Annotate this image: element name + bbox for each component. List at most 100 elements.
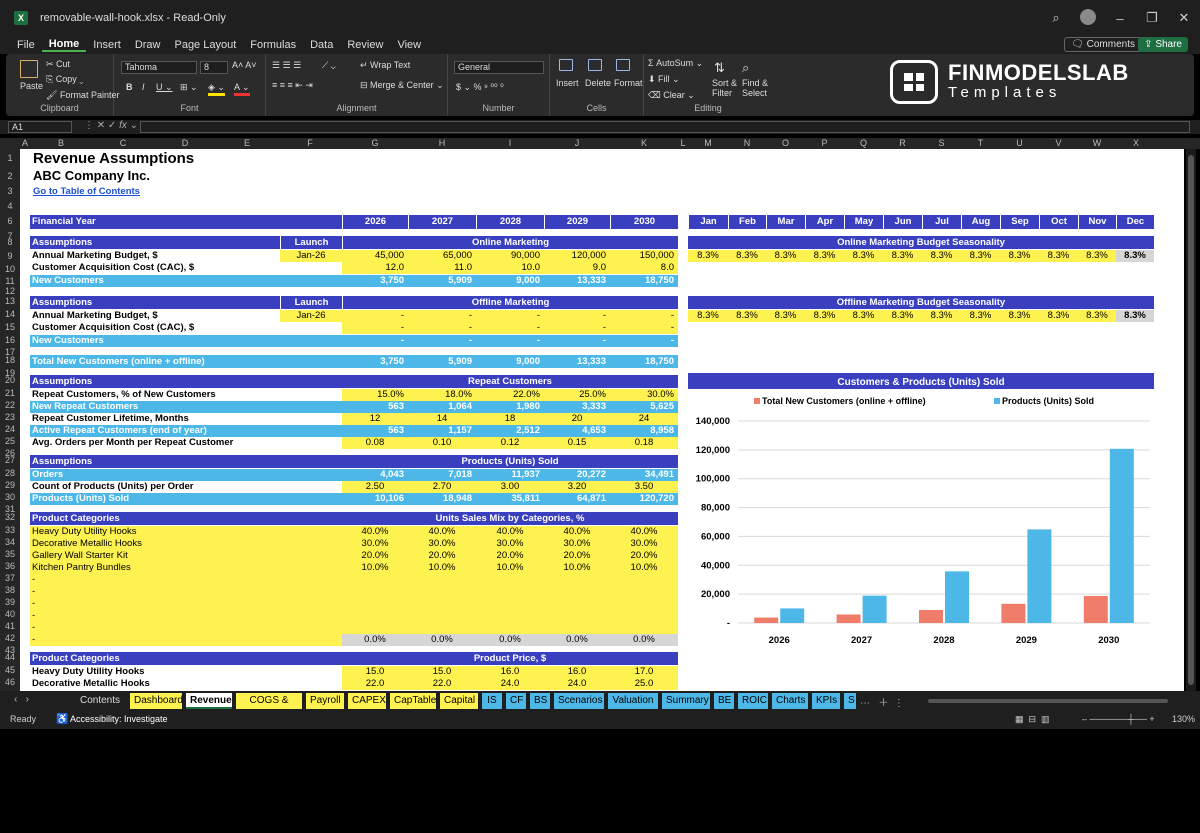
sheet-tab-valuation[interactable]: Valuation: [608, 693, 658, 709]
row-header-46[interactable]: 46: [0, 677, 20, 687]
format-icon[interactable]: [616, 59, 630, 71]
row-header-16[interactable]: 16: [0, 335, 20, 345]
sheet-tab-scenarios[interactable]: Scenarios: [554, 693, 604, 709]
merge-center-button[interactable]: ⊟ Merge & Center ⌄: [360, 80, 444, 91]
view-normal-icon[interactable]: ▦ ⊟ ▥: [1015, 714, 1050, 725]
autosum-button[interactable]: Σ AutoSum ⌄: [648, 58, 703, 69]
avatar[interactable]: [1072, 8, 1104, 28]
menu-formulas[interactable]: Formulas: [243, 39, 303, 51]
menu-home[interactable]: Home: [41, 38, 87, 52]
sheet-tab-capex[interactable]: CAPEX: [348, 693, 386, 709]
align-top-icon[interactable]: ☰ ☰ ☰: [272, 60, 301, 71]
row-header-6[interactable]: 6: [0, 216, 20, 226]
column-header-e[interactable]: E: [216, 138, 278, 149]
minimize-icon[interactable]: –: [1104, 11, 1136, 26]
column-header-k[interactable]: K: [610, 138, 678, 149]
cut-button[interactable]: ✂ Cut: [46, 59, 70, 70]
insert-icon[interactable]: [559, 59, 573, 71]
sheet-tab-dashboard[interactable]: Dashboard: [130, 693, 183, 709]
italic-icon[interactable]: I: [142, 82, 145, 92]
row-header-32[interactable]: 32: [0, 512, 20, 522]
row-header-14[interactable]: 14: [0, 309, 20, 319]
column-header-l[interactable]: L: [678, 138, 688, 149]
wrap-text-button[interactable]: ↵ Wrap Text: [360, 60, 410, 71]
row-header-30[interactable]: 30: [0, 492, 20, 502]
font-grow-icon[interactable]: A˄ A˅: [232, 60, 257, 70]
row-header-24[interactable]: 24: [0, 424, 20, 434]
format-painter-button[interactable]: 🖌 Format Painter: [46, 90, 119, 101]
column-header-t[interactable]: T: [961, 138, 1000, 149]
column-header-j[interactable]: J: [544, 138, 610, 149]
row-header-38[interactable]: 38: [0, 585, 20, 595]
paste-button[interactable]: Paste: [20, 81, 43, 91]
row-header-41[interactable]: 41: [0, 621, 20, 631]
sheet-tab-bs[interactable]: BS: [530, 693, 550, 709]
row-header-44[interactable]: 44: [0, 652, 20, 662]
sheet-tab-kpis[interactable]: KPIs: [812, 693, 840, 709]
tab-nav-arrows[interactable]: ‹ ›: [14, 694, 29, 705]
column-header-b[interactable]: B: [30, 138, 92, 149]
row-header-3[interactable]: 3: [0, 186, 20, 196]
sheet-tab-roic[interactable]: ROIC: [738, 693, 768, 709]
row-header-13[interactable]: 13: [0, 296, 20, 306]
row-header-2[interactable]: 2: [0, 171, 20, 181]
delete-button[interactable]: Delete: [585, 78, 611, 88]
tab-more-icon[interactable]: ⋯ ＋ ⋮: [860, 694, 904, 709]
menu-view[interactable]: View: [390, 39, 428, 51]
column-header-w[interactable]: W: [1078, 138, 1116, 149]
align-left-icon[interactable]: ≡ ≡ ≡ ⇤ ⇥: [272, 80, 313, 91]
column-header-c[interactable]: C: [92, 138, 154, 149]
restore-icon[interactable]: ❐: [1136, 10, 1168, 26]
toc-link[interactable]: Go to Table of Contents: [33, 186, 140, 198]
copy-button[interactable]: ⎘ Copy ⌄: [46, 74, 83, 85]
row-header-9[interactable]: 9: [0, 251, 20, 261]
row-header-10[interactable]: 10: [0, 264, 20, 274]
sheet-tab-payroll[interactable]: Payroll: [306, 693, 344, 709]
column-header-o[interactable]: O: [766, 138, 805, 149]
font-name-select[interactable]: Tahoma: [121, 61, 197, 74]
sheet-tab-cogs-opex[interactable]: COGS & OPEX: [236, 693, 302, 722]
insert-button[interactable]: Insert: [556, 78, 579, 88]
horizontal-scrollbar[interactable]: [928, 699, 1168, 703]
row-header-39[interactable]: 39: [0, 597, 20, 607]
underline-icon[interactable]: U ⌄: [156, 82, 173, 93]
row-header-23[interactable]: 23: [0, 412, 20, 422]
row-header-37[interactable]: 37: [0, 573, 20, 583]
paste-icon[interactable]: [20, 60, 38, 78]
column-header-g[interactable]: G: [342, 138, 408, 149]
vertical-scrollbar[interactable]: [1186, 149, 1196, 691]
column-header-d[interactable]: D: [154, 138, 216, 149]
column-header-m[interactable]: M: [688, 138, 728, 149]
row-header-25[interactable]: 25: [0, 436, 20, 446]
zoom-slider[interactable]: – ──────┼── +: [1082, 714, 1155, 724]
row-header-27[interactable]: 27: [0, 455, 20, 465]
format-button[interactable]: Format: [614, 78, 643, 88]
row-header-12[interactable]: 12: [0, 286, 20, 296]
column-header-n[interactable]: N: [728, 138, 766, 149]
row-header-28[interactable]: 28: [0, 468, 20, 478]
menu-draw[interactable]: Draw: [128, 39, 168, 51]
font-color-icon[interactable]: A ⌄: [234, 82, 250, 96]
accessibility-status[interactable]: Accessibility: Investigate: [70, 714, 168, 724]
share-button[interactable]: ⇪ Share: [1138, 37, 1188, 52]
row-header-40[interactable]: 40: [0, 609, 20, 619]
sheet-tab-s[interactable]: S: [844, 693, 856, 709]
clear-button[interactable]: ⌫ Clear ⌄: [648, 90, 695, 101]
row-header-15[interactable]: 15: [0, 322, 20, 332]
fill-color-icon[interactable]: ◈ ⌄: [208, 82, 225, 96]
row-header-35[interactable]: 35: [0, 549, 20, 559]
orientation-icon[interactable]: ⟋ ⌄: [322, 60, 336, 71]
sheet-tab-charts[interactable]: Charts: [772, 693, 808, 709]
column-header-a[interactable]: A: [20, 138, 30, 149]
row-header-33[interactable]: 33: [0, 525, 20, 535]
comments-button[interactable]: 🗨 Comments: [1064, 37, 1142, 52]
row-header-42[interactable]: 42: [0, 633, 20, 643]
name-box[interactable]: A1: [8, 121, 72, 133]
column-header-v[interactable]: V: [1039, 138, 1078, 149]
row-header-36[interactable]: 36: [0, 561, 20, 571]
close-icon[interactable]: ✕: [1168, 10, 1200, 26]
row-header-8[interactable]: 8: [0, 237, 20, 247]
sheet-tab-contents[interactable]: Contents: [74, 693, 126, 709]
column-header-u[interactable]: U: [1000, 138, 1039, 149]
sheet-tab-be[interactable]: BE: [714, 693, 734, 709]
